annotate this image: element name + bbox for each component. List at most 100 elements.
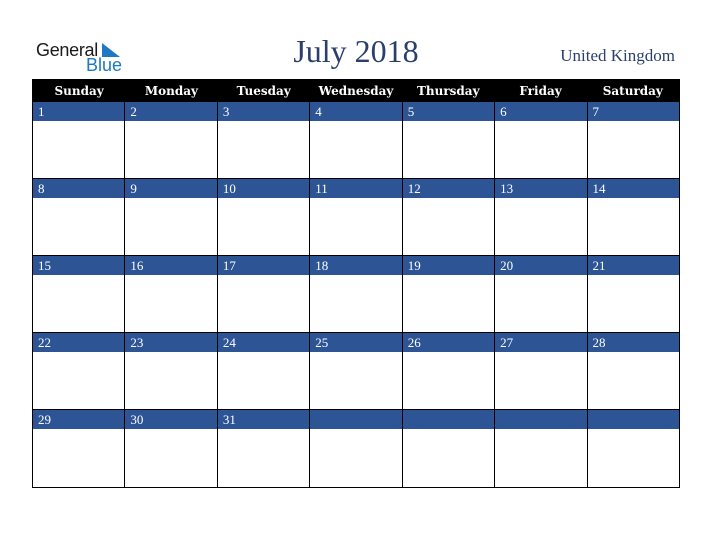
day-content <box>217 429 310 487</box>
day-number: 6 <box>495 102 587 121</box>
day-content <box>495 429 587 487</box>
day-number: 19 <box>402 256 495 275</box>
day-cell[interactable]: 7 <box>587 102 679 179</box>
day-cell[interactable] <box>402 410 496 487</box>
day-content <box>495 275 587 332</box>
week-row: 1234567 <box>33 102 679 179</box>
day-number: 17 <box>217 256 310 275</box>
day-content <box>495 198 587 255</box>
week-row: 8 9 10 11 12 13 14 <box>33 179 679 256</box>
day-number: 31 <box>217 410 310 429</box>
day-cell[interactable]: 31 <box>217 410 311 487</box>
day-content <box>587 275 679 332</box>
day-content <box>402 275 495 332</box>
day-content <box>217 121 310 178</box>
day-number: 14 <box>587 179 679 198</box>
day-content <box>587 121 679 178</box>
day-cell[interactable]: 22 <box>33 333 126 410</box>
day-number: 3 <box>217 102 310 121</box>
day-cell[interactable]: 10 <box>217 179 311 256</box>
day-content <box>33 121 125 178</box>
calendar-grid: Sunday Monday Tuesday Wednesday Thursday Frid… <box>32 79 680 488</box>
day-content <box>310 121 402 178</box>
day-content <box>587 198 679 255</box>
day-content <box>402 121 495 178</box>
day-content <box>310 198 402 255</box>
day-number: 4 <box>310 102 402 121</box>
day-number: 22 <box>33 333 125 352</box>
day-cell[interactable]: 12 <box>402 179 496 256</box>
day-number <box>495 410 587 429</box>
day-cell[interactable]: 25 <box>310 333 403 410</box>
day-number: 8 <box>33 179 125 198</box>
day-cell[interactable]: 15 <box>33 256 126 333</box>
day-cell[interactable]: 1 <box>33 102 126 179</box>
day-cell[interactable] <box>310 410 403 487</box>
day-number: 1 <box>33 102 125 121</box>
day-cell[interactable]: 13 <box>495 179 588 256</box>
day-cell[interactable] <box>587 410 679 487</box>
weekday-monday: Monday <box>144 84 198 98</box>
day-cell[interactable]: 14 <box>587 179 679 256</box>
day-number: 25 <box>310 333 402 352</box>
day-content <box>217 198 310 255</box>
weekday-header: Sunday Monday Tuesday Wednesday Thursday Frid… <box>33 80 679 102</box>
day-content <box>495 352 587 409</box>
day-cell[interactable]: 18 <box>310 256 403 333</box>
day-content <box>33 198 125 255</box>
day-cell[interactable]: 21 <box>587 256 679 333</box>
day-cell[interactable]: 24 <box>217 333 311 410</box>
day-content <box>125 275 217 332</box>
day-cell[interactable]: 8 <box>33 179 126 256</box>
day-number: 23 <box>125 333 217 352</box>
day-number: 20 <box>495 256 587 275</box>
day-cell[interactable]: 19 <box>402 256 496 333</box>
day-cell[interactable]: 17 <box>217 256 311 333</box>
day-cell[interactable]: 20 <box>495 256 588 333</box>
day-cell[interactable]: 11 <box>310 179 403 256</box>
day-content <box>125 352 217 409</box>
day-content <box>33 429 125 487</box>
day-number: 29 <box>33 410 125 429</box>
day-number: 24 <box>217 333 310 352</box>
day-cell[interactable]: 3 <box>217 102 311 179</box>
day-content <box>125 121 217 178</box>
day-content <box>125 198 217 255</box>
day-content <box>33 275 125 332</box>
day-number: 2 <box>125 102 217 121</box>
day-cell[interactable]: 28 <box>587 333 679 410</box>
week-row: 15 16 17 18 19 20 21 <box>33 256 679 333</box>
day-cell[interactable]: 27 <box>495 333 588 410</box>
day-cell[interactable]: 16 <box>125 256 218 333</box>
day-cell[interactable]: 26 <box>402 333 496 410</box>
day-cell[interactable]: 30 <box>125 410 218 487</box>
day-cell[interactable]: 29 <box>33 410 126 487</box>
day-number <box>402 410 495 429</box>
day-content <box>217 352 310 409</box>
day-cell[interactable]: 9 <box>125 179 218 256</box>
day-number: 9 <box>125 179 217 198</box>
day-number <box>587 410 679 429</box>
day-content <box>587 429 679 487</box>
day-number: 21 <box>587 256 679 275</box>
day-number: 12 <box>402 179 495 198</box>
week-row: 29 30 31 <box>33 410 679 487</box>
day-cell[interactable]: 23 <box>125 333 218 410</box>
weekday-sunday: Sunday <box>54 84 104 98</box>
country-label: United Kingdom <box>560 46 675 65</box>
day-number <box>310 410 402 429</box>
day-cell[interactable]: 2 <box>125 102 218 179</box>
weekday-thursday: Thursday <box>416 84 480 98</box>
day-cell[interactable]: 6 <box>495 102 588 179</box>
day-cell[interactable]: 5 <box>402 102 496 179</box>
day-cell[interactable]: 4 <box>310 102 403 179</box>
day-cell[interactable] <box>495 410 588 487</box>
day-number: 13 <box>495 179 587 198</box>
day-number: 10 <box>217 179 310 198</box>
day-content <box>33 352 125 409</box>
day-number: 7 <box>587 102 679 121</box>
day-number: 16 <box>125 256 217 275</box>
day-content <box>125 429 217 487</box>
day-content <box>217 275 310 332</box>
day-content <box>587 352 679 409</box>
